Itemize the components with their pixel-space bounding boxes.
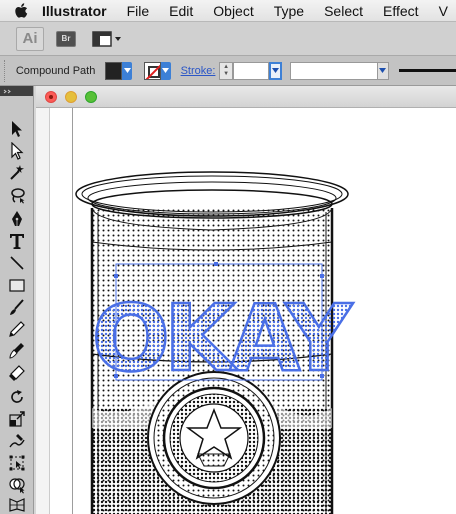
control-bar: Compound Path Stroke: ▲ ▼ bbox=[0, 56, 456, 86]
brush-definition-preview[interactable] bbox=[399, 69, 456, 72]
scale-tool[interactable] bbox=[6, 408, 28, 430]
app-menu[interactable]: Illustrator bbox=[42, 0, 107, 22]
tools-panel bbox=[0, 86, 34, 514]
free-transform-tool[interactable] bbox=[6, 452, 28, 474]
magic-wand-icon bbox=[10, 165, 24, 180]
zoom-window-button[interactable] bbox=[85, 90, 97, 103]
arrange-documents-icon bbox=[92, 30, 121, 47]
close-window-button[interactable] bbox=[45, 90, 57, 103]
menu-effect[interactable]: Effect bbox=[383, 0, 419, 22]
rotate-icon bbox=[11, 390, 23, 403]
selection-tool[interactable] bbox=[6, 118, 28, 140]
menu-object[interactable]: Object bbox=[213, 0, 253, 22]
shape-builder-icon bbox=[9, 478, 25, 494]
stroke-dropdown[interactable] bbox=[161, 61, 171, 80]
app-logo: Ai bbox=[16, 26, 44, 51]
blob-brush-icon bbox=[9, 343, 24, 359]
chevron-down-icon bbox=[123, 68, 131, 73]
stroke-panel-link[interactable]: Stroke: bbox=[181, 65, 216, 77]
document-title-bar[interactable] bbox=[36, 86, 456, 108]
scale-icon bbox=[9, 411, 25, 427]
minimize-window-button[interactable] bbox=[65, 90, 77, 103]
chevron-down-icon bbox=[162, 68, 170, 73]
artboard-canvas[interactable]: OKAY bbox=[36, 108, 456, 514]
okay-text: OKAY bbox=[92, 285, 354, 392]
direct-selection-tool[interactable] bbox=[6, 140, 28, 162]
eraser-icon bbox=[9, 365, 25, 381]
menu-type[interactable]: Type bbox=[274, 0, 304, 22]
rotate-tool[interactable] bbox=[6, 386, 28, 408]
apple-menu-icon[interactable] bbox=[14, 2, 28, 20]
stroke-swatch[interactable] bbox=[143, 61, 162, 80]
application-bar: Ai Br bbox=[0, 22, 456, 56]
rectangle-icon bbox=[9, 279, 25, 292]
type-tool[interactable] bbox=[6, 230, 28, 252]
stroke-weight-dropdown[interactable] bbox=[268, 61, 283, 80]
paintbrush-icon bbox=[10, 299, 24, 315]
chevron-down-icon bbox=[272, 68, 280, 73]
shape-builder-tool[interactable] bbox=[6, 474, 28, 496]
menu-select[interactable]: Select bbox=[324, 0, 363, 22]
rectangle-tool[interactable] bbox=[6, 274, 28, 296]
perspective-grid-tool[interactable] bbox=[6, 496, 28, 514]
magic-wand-tool[interactable] bbox=[6, 162, 28, 184]
arrow-pointer-icon bbox=[12, 121, 22, 137]
type-t-icon bbox=[10, 234, 24, 249]
pencil-tool[interactable] bbox=[6, 318, 28, 340]
fill-dropdown[interactable] bbox=[122, 61, 132, 80]
warp-icon bbox=[9, 434, 25, 448]
illustrator-screen: Illustrator File Edit Object Type Select… bbox=[0, 0, 456, 514]
hollow-arrow-pointer-icon bbox=[11, 142, 24, 160]
eraser-tool[interactable] bbox=[6, 362, 28, 384]
variable-width-profile-field[interactable] bbox=[290, 61, 378, 80]
arrange-documents-button[interactable] bbox=[92, 30, 122, 47]
tools-panel-header[interactable] bbox=[0, 86, 33, 96]
bridge-button[interactable]: Br bbox=[56, 30, 76, 47]
paintbrush-tool[interactable] bbox=[6, 296, 28, 318]
menu-edit[interactable]: Edit bbox=[169, 0, 193, 22]
pen-tool[interactable] bbox=[6, 208, 28, 230]
lasso-icon bbox=[11, 188, 25, 204]
panel-grip[interactable] bbox=[4, 59, 8, 82]
can-artwork[interactable]: OKAY bbox=[36, 108, 456, 514]
stroke-weight-stepper[interactable]: ▲ ▼ bbox=[219, 61, 233, 80]
free-transform-icon bbox=[9, 455, 25, 471]
warp-tool[interactable] bbox=[6, 430, 28, 452]
fill-swatch[interactable] bbox=[105, 61, 123, 80]
line-segment-icon bbox=[10, 256, 24, 270]
menu-view[interactable]: V bbox=[439, 0, 448, 22]
perspective-grid-icon bbox=[9, 498, 25, 512]
menu-file[interactable]: File bbox=[127, 0, 150, 22]
menu-bar: Illustrator File Edit Object Type Select… bbox=[0, 0, 456, 22]
line-segment-tool[interactable] bbox=[6, 252, 28, 274]
pen-nib-icon bbox=[12, 211, 22, 226]
pencil-icon bbox=[9, 321, 25, 337]
variable-width-profile-dropdown[interactable] bbox=[377, 61, 390, 80]
no-stroke-icon bbox=[145, 63, 161, 79]
stroke-weight-field[interactable] bbox=[232, 61, 269, 80]
lasso-tool[interactable] bbox=[6, 184, 28, 206]
blob-brush-tool[interactable] bbox=[6, 340, 28, 362]
collapse-icon bbox=[3, 89, 11, 93]
selection-type-label: Compound Path bbox=[15, 64, 96, 77]
document-window: OKAY bbox=[36, 86, 456, 514]
chevron-down-icon bbox=[379, 68, 387, 73]
